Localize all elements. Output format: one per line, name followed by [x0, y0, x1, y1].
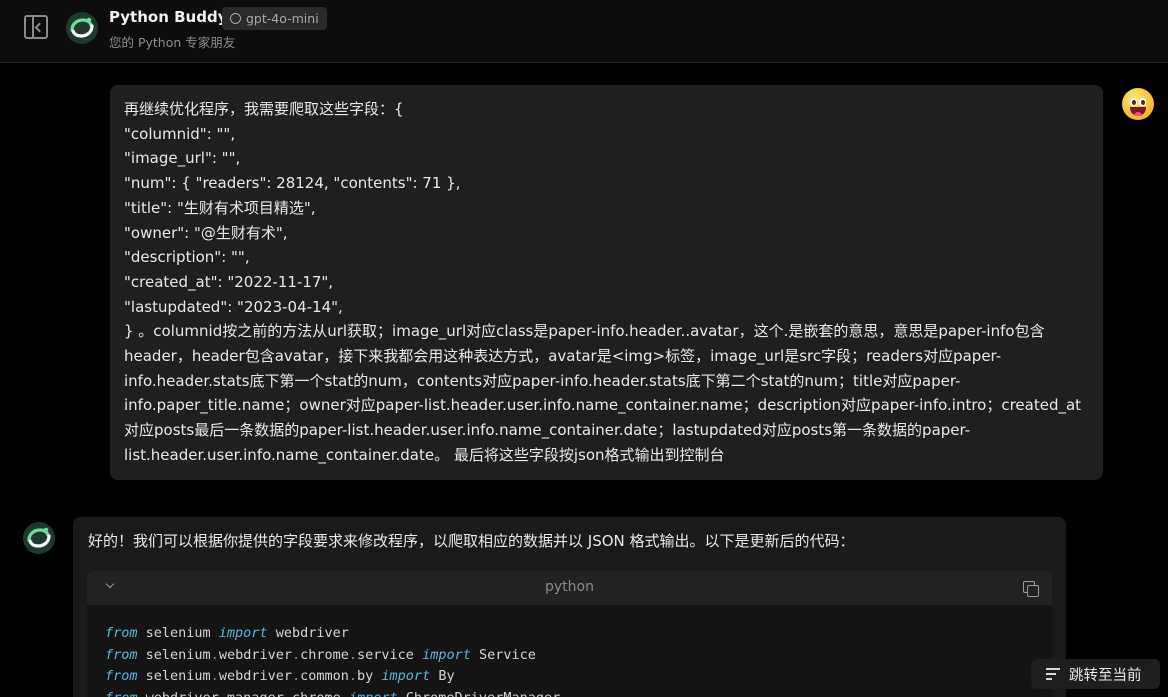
code-line: from selenium import webdriver: [105, 623, 560, 645]
avatar-mouth: [1130, 107, 1146, 116]
chat-header: Python Buddy gpt-4o-mini 您的 Python 专家朋友: [0, 0, 1168, 63]
code-token: common: [300, 668, 349, 684]
code-token: selenium: [137, 625, 219, 641]
code-keyword: from: [105, 625, 138, 641]
code-token: .: [291, 668, 301, 684]
code-token: selenium: [137, 646, 211, 663]
code-token: service: [357, 646, 423, 663]
model-name: gpt-4o-mini: [246, 11, 319, 26]
copy-icon[interactable]: [1023, 581, 1039, 597]
user-avatar[interactable]: [1122, 88, 1154, 120]
code-block-header: python: [87, 571, 1052, 605]
code-token: chrome: [300, 646, 349, 663]
code-token: webdriver: [218, 646, 292, 663]
code-block: python from selenium import webdriver fro…: [87, 571, 1052, 697]
code-token: By: [430, 668, 455, 684]
code-line: from webdriver_manager.chrome import Chr…: [105, 688, 560, 697]
model-icon: [230, 13, 241, 24]
code-token: .: [291, 646, 301, 663]
code-line: from selenium.webdriver.common.by import…: [105, 666, 560, 688]
code-token: ChromeDriverManager: [398, 690, 560, 697]
code-token: .: [348, 646, 358, 663]
code-token: .: [210, 646, 219, 663]
assistant-message-bubble: 好的！我们可以根据你提供的字段要求来修改程序，以爬取相应的数据并以 JSON 格…: [73, 517, 1066, 697]
python-buddy-logo: [66, 12, 98, 44]
code-token: .: [284, 690, 292, 697]
assistant-message-text: 好的！我们可以根据你提供的字段要求来修改程序，以爬取相应的数据并以 JSON 格…: [88, 532, 855, 550]
list-arrow-icon: [1046, 668, 1060, 680]
code-token: webdriver: [218, 668, 292, 684]
code-token: chrome: [292, 690, 349, 697]
app-subtitle: 您的 Python 专家朋友: [109, 35, 236, 50]
code-token: webdriver_manager: [138, 690, 284, 697]
avatar-eye-left: [1130, 98, 1137, 106]
model-badge[interactable]: gpt-4o-mini: [222, 7, 327, 30]
code-keyword: import: [381, 668, 431, 684]
jump-to-current-button[interactable]: 跳转至当前: [1031, 659, 1160, 689]
code-keyword: import: [422, 646, 471, 663]
code-token: .: [210, 668, 219, 684]
sidebar-toggle-icon[interactable]: [24, 15, 48, 39]
jump-to-current-label: 跳转至当前: [1069, 668, 1142, 684]
code-token: by: [357, 668, 382, 684]
code-keyword: from: [105, 646, 138, 663]
code-keyword: import: [218, 625, 268, 641]
user-message-bubble: 再继续优化程序，我需要爬取这些字段：{ "columnid": "", "ima…: [110, 85, 1103, 480]
code-token: webdriver: [267, 625, 349, 641]
code-token: selenium: [137, 668, 211, 684]
code-token: Service: [470, 646, 536, 663]
app-title: Python Buddy: [109, 8, 228, 26]
code-keyword: import: [349, 690, 398, 697]
code-line: from selenium.webdriver.chrome.service i…: [105, 645, 560, 667]
code-keyword: from: [105, 690, 138, 697]
assistant-avatar: [23, 522, 55, 554]
avatar-eye-right: [1139, 98, 1146, 106]
code-token: .: [348, 668, 358, 684]
code-language-label: python: [545, 579, 594, 595]
code-content: from selenium import webdriver from selen…: [105, 623, 560, 697]
code-keyword: from: [105, 668, 138, 684]
